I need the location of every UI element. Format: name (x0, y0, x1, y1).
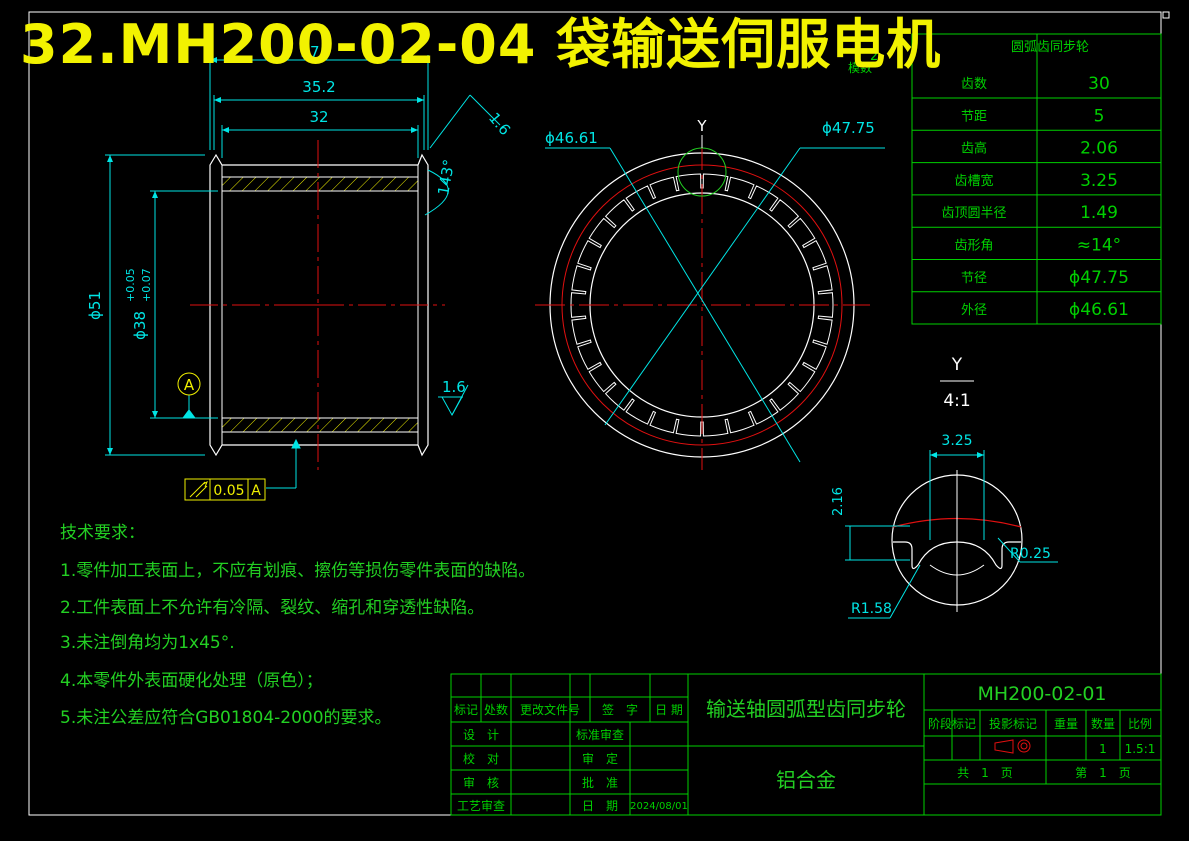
tb-part-name: 输送轴圆弧型齿同步轮 (706, 697, 906, 721)
tb-check: 校 对 (463, 751, 499, 766)
page-banner-title: 32.MH200-02-04 袋输送伺服电机 (20, 13, 942, 76)
dim-32: 32 (309, 108, 328, 126)
spec-row-value: 3.25 (1080, 171, 1118, 191)
tb-date: 日 期 (582, 799, 618, 813)
section-dimension-texts: 37 35.2 32 1.6 143° ϕ51 ϕ38 +0.05 +0.07 … (86, 43, 514, 396)
spec-row-value: 5 (1094, 106, 1105, 126)
tb-approve: 批 准 (582, 775, 618, 790)
tb-quantity: 数量 (1091, 716, 1115, 731)
datum-a-label: A (184, 376, 195, 394)
tb-date-value: 2024/08/01 (630, 801, 688, 812)
detail-texts: 3.25 2.16 R0.25 R1.58 (831, 433, 1051, 617)
spec-row-value: ≈14° (1077, 236, 1121, 256)
tb-drawing-no: MH200-02-01 (977, 683, 1106, 705)
hatch-top (222, 177, 418, 191)
tb-review: 审 核 (463, 775, 499, 790)
dim-dia-47-75: ϕ47.75 (822, 119, 875, 137)
tolerance-frame: 0.05 A (184, 478, 266, 501)
tb-material: 铝合金 (776, 768, 836, 792)
dim-35-2: 35.2 (302, 78, 335, 96)
pulley-texts: ϕ46.61 ϕ47.75 Y (545, 117, 875, 147)
tech-item: 4.本零件外表面硬化处理（原色）； (60, 671, 323, 691)
spec-row-label: 齿顶圆半径 (941, 206, 1006, 221)
spec-row-value: ϕ46.61 (1069, 300, 1129, 320)
spec-row-label: 节径 (961, 271, 987, 286)
tb-weight: 重量 (1054, 717, 1078, 731)
tb-audit: 审 定 (582, 751, 618, 766)
dim-dia-38: ϕ38 (131, 311, 149, 340)
pulley-view (535, 135, 885, 470)
tb-quantity-value: 1 (1099, 742, 1107, 756)
dim-dia-46-61: ϕ46.61 (545, 129, 598, 147)
tb-mark: 标记 (454, 703, 478, 717)
detail-y-label: Y (951, 355, 963, 375)
spec-row-label: 齿数 (961, 77, 987, 92)
dim-3-25: 3.25 (941, 433, 972, 449)
spec-row-label: 节距 (961, 109, 987, 124)
tech-item: 5.未注公差应符合GB01804-2000的要求。 (60, 708, 392, 728)
tb-scale-value: 1.5:1 (1125, 742, 1156, 756)
corner-mark (1162, 11, 1170, 19)
tb-sign: 签 字 (602, 702, 638, 717)
axis-y-label: Y (696, 117, 707, 135)
tech-item: 1.零件加工表面上，不应有划痕、擦伤等损伤零件表面的缺陷。 (60, 561, 536, 581)
spec-row-label: 齿槽宽 (954, 173, 993, 189)
detail-scale: 4:1 (943, 391, 970, 411)
dim-chamfer-1-6: 1.6 (485, 109, 514, 139)
tech-title: 技术要求： (60, 523, 145, 543)
section-view (190, 140, 445, 470)
spec-header-a: 圆弧齿同步轮 (1011, 40, 1089, 55)
spec-row-value: 30 (1088, 74, 1110, 94)
spec-row-label: 外径 (961, 303, 987, 318)
tb-projection: 投影标记 (989, 716, 1037, 731)
tolerance-value: 0.05 (213, 483, 244, 499)
hatch-bottom (222, 418, 418, 432)
dim-angle-143: 143° (434, 158, 458, 197)
tb-date-header: 日 期 (655, 703, 683, 717)
tb-doc: 更改文件号 (520, 702, 580, 717)
dim-tol-lower: +0.07 (140, 268, 153, 302)
tech-item: 2.工件表面上不允许有冷隔、裂纹、缩孔和穿透性缺陷。 (60, 598, 485, 618)
spec-row-value: 1.49 (1080, 203, 1118, 223)
projection-symbol-icon (994, 739, 1031, 754)
roughness-1-6: 1.6 (442, 378, 466, 396)
spec-row-value: 2.06 (1080, 139, 1118, 159)
tb-scale: 比例 (1128, 717, 1152, 731)
dim-2-16: 2.16 (831, 487, 846, 516)
tb-design: 设 计 (463, 728, 499, 742)
dim-dia-51: ϕ51 (86, 291, 104, 320)
dim-r1-58: R1.58 (851, 601, 892, 617)
tb-qty: 处数 (484, 702, 508, 717)
tb-process: 工艺审查 (457, 798, 505, 813)
runout-icon (189, 480, 208, 498)
dim-tol-upper: +0.05 (124, 268, 137, 302)
spec-table: 齿数 30 节距 5 齿高 2.06 齿槽宽 3.25 齿顶圆半径 1.49 齿形角 ≈14° 节径 ϕ4… (848, 33, 1162, 325)
tb-total: 共 1 页 (957, 766, 1013, 780)
spec-row-label: 齿高 (961, 141, 987, 157)
tb-sheet: 第 1 页 (1075, 766, 1131, 780)
tb-stage: 阶段标记 (928, 716, 976, 731)
spec-row-value: ϕ47.75 (1069, 268, 1129, 288)
tolerance-datum: A (251, 483, 261, 499)
dim-r0-25: R0.25 (1010, 546, 1051, 562)
spec-row-label: 齿形角 (954, 239, 993, 254)
detail-y-view: Y 4:1 (845, 355, 1058, 619)
tech-item: 3.未注倒角均为1x45°. (60, 633, 235, 653)
tb-standard: 标准审查 (576, 727, 624, 742)
